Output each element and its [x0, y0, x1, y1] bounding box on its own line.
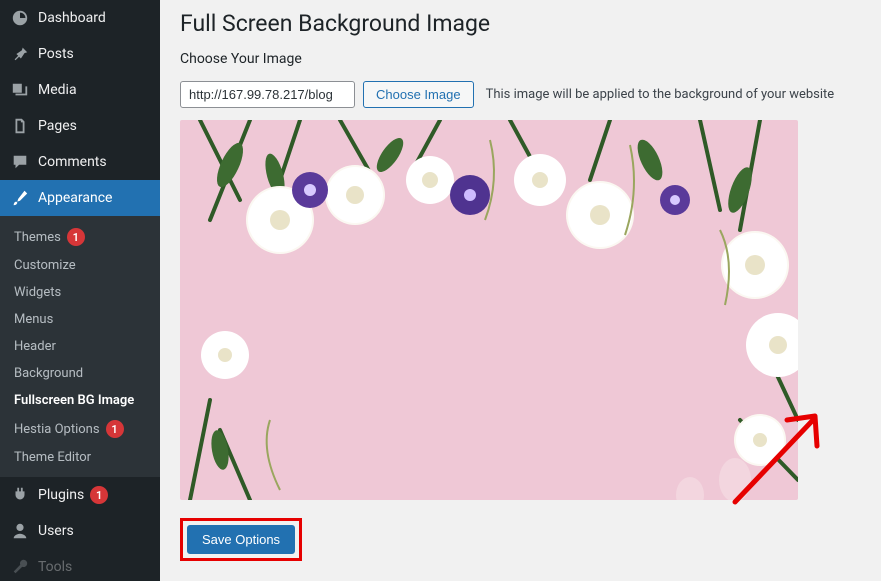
helper-text: This image will be applied to the backgr…: [486, 87, 835, 102]
sub-item-theme-editor[interactable]: Theme Editor: [0, 444, 160, 471]
page-subhead: Choose Your Image: [180, 51, 861, 67]
sidebar-item-tools[interactable]: Tools: [0, 549, 160, 581]
comment-icon: [10, 152, 30, 172]
image-controls-row: Choose Image This image will be applied …: [180, 81, 861, 108]
sub-item-menus[interactable]: Menus: [0, 306, 160, 333]
sidebar-item-media[interactable]: Media: [0, 72, 160, 108]
brush-icon: [10, 188, 30, 208]
choose-image-button[interactable]: Choose Image: [363, 81, 474, 108]
update-badge: 1: [106, 420, 124, 438]
sub-item-header[interactable]: Header: [0, 333, 160, 360]
sub-item-label: Themes: [14, 230, 61, 245]
page-title: Full Screen Background Image: [180, 10, 861, 37]
wrench-icon: [10, 557, 30, 577]
sub-item-widgets[interactable]: Widgets: [0, 279, 160, 306]
pin-icon: [10, 44, 30, 64]
update-badge: 1: [90, 486, 108, 504]
sidebar-item-posts[interactable]: Posts: [0, 36, 160, 72]
sidebar-item-label: Tools: [38, 559, 72, 575]
save-button-highlight: Save Options: [180, 518, 302, 561]
sub-item-label: Customize: [14, 258, 76, 273]
sidebar-item-users[interactable]: Users: [0, 513, 160, 549]
sidebar-item-label: Posts: [38, 46, 74, 62]
user-icon: [10, 521, 30, 541]
save-options-button[interactable]: Save Options: [187, 525, 295, 554]
main-content: Full Screen Background Image Choose Your…: [160, 0, 881, 581]
dashboard-icon: [10, 8, 30, 28]
sidebar-item-label: Pages: [38, 118, 77, 134]
sub-item-label: Theme Editor: [14, 450, 91, 465]
sub-item-label: Fullscreen BG Image: [14, 393, 134, 408]
sidebar-item-appearance[interactable]: Appearance: [0, 180, 160, 216]
sidebar-item-label: Users: [38, 523, 74, 539]
background-image-preview: [180, 120, 798, 500]
sidebar-item-label: Media: [38, 82, 77, 98]
sub-item-label: Widgets: [14, 285, 61, 300]
plugin-icon: [10, 485, 30, 505]
media-icon: [10, 80, 30, 100]
sidebar-item-plugins[interactable]: Plugins 1: [0, 477, 160, 513]
sidebar-item-label: Dashboard: [38, 10, 106, 26]
update-badge: 1: [67, 228, 85, 246]
sub-item-label: Hestia Options: [14, 422, 100, 437]
sidebar-item-label: Plugins: [38, 487, 84, 503]
sidebar-item-dashboard[interactable]: Dashboard: [0, 0, 160, 36]
image-url-input[interactable]: [180, 81, 355, 108]
sub-item-background[interactable]: Background: [0, 360, 160, 387]
appearance-submenu: Themes 1 Customize Widgets Menus Header …: [0, 216, 160, 477]
sidebar-item-comments[interactable]: Comments: [0, 144, 160, 180]
sidebar-item-label: Comments: [38, 154, 107, 170]
sub-item-themes[interactable]: Themes 1: [0, 222, 160, 252]
sidebar-item-pages[interactable]: Pages: [0, 108, 160, 144]
sub-item-label: Menus: [14, 312, 53, 327]
sub-item-label: Header: [14, 339, 56, 354]
sidebar-item-label: Appearance: [38, 190, 112, 206]
sub-item-label: Background: [14, 366, 83, 381]
page-icon: [10, 116, 30, 136]
admin-sidebar: Dashboard Posts Media Pages Comments App…: [0, 0, 160, 581]
sub-item-fullscreen-bg-image[interactable]: Fullscreen BG Image: [0, 387, 160, 414]
sub-item-customize[interactable]: Customize: [0, 252, 160, 279]
sub-item-hestia-options[interactable]: Hestia Options 1: [0, 414, 160, 444]
